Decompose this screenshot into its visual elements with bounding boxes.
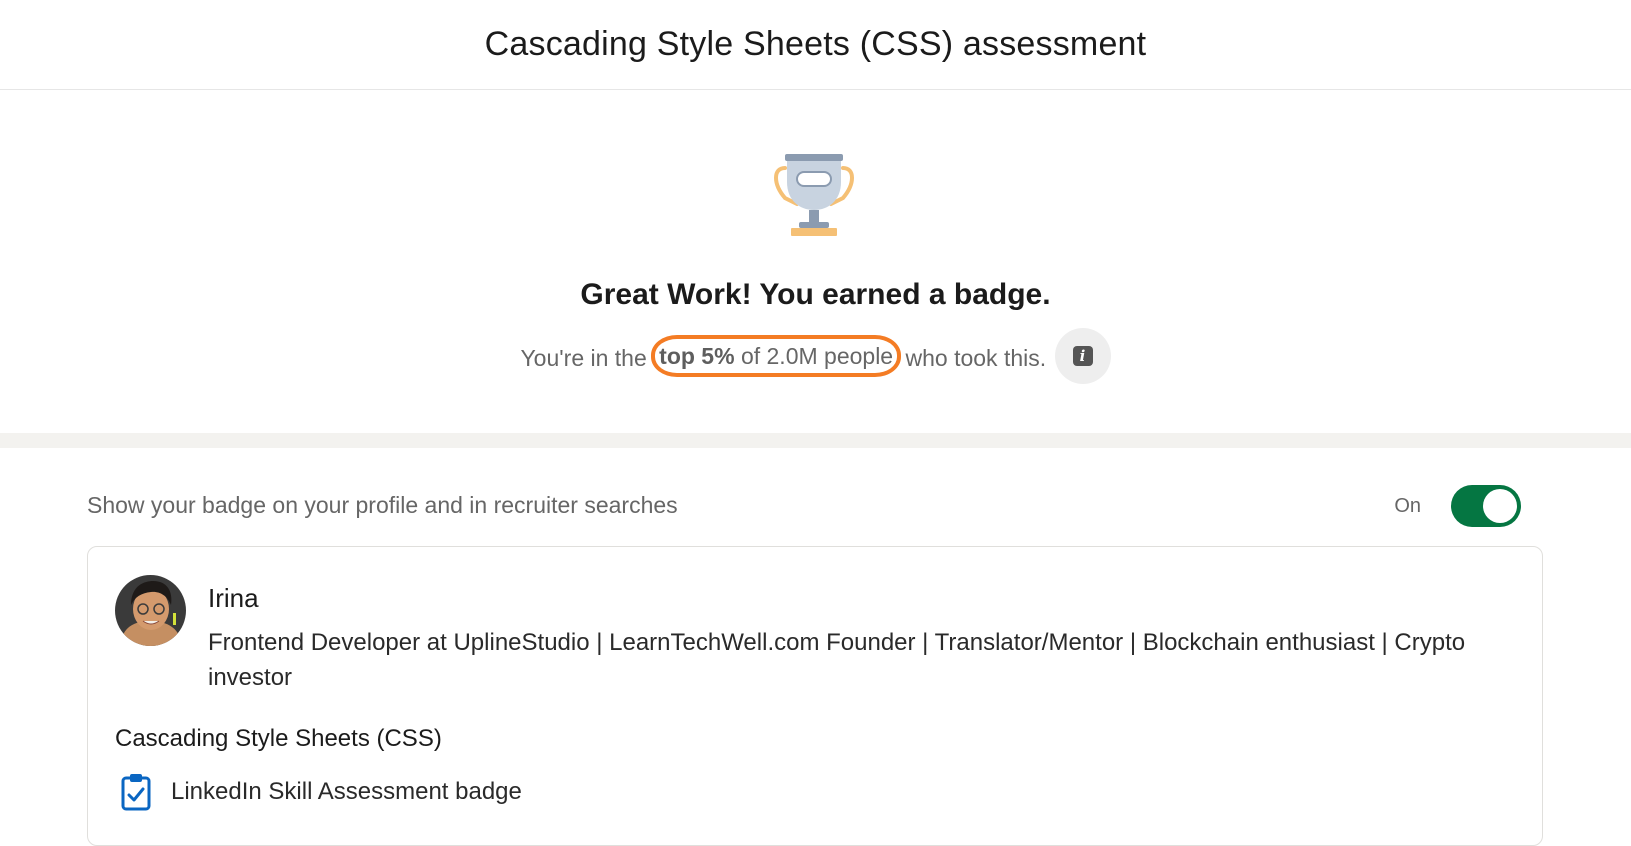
info-icon: i [1072, 346, 1093, 366]
page-header: Cascading Style Sheets (CSS) assessment [0, 0, 1631, 90]
toggle-state-label: On [1394, 494, 1421, 517]
skill-name: Cascading Style Sheets (CSS) [115, 725, 442, 752]
visibility-toggle[interactable] [1451, 485, 1521, 527]
badge-visibility-setting: Show your badge on your profile and in r… [87, 484, 1521, 530]
toggle-knob [1483, 489, 1517, 523]
profile-preview-card: Irina Frontend Developer at UplineStudio… [87, 546, 1543, 846]
clipboard-check-icon [121, 774, 151, 811]
percentile-value: top 5% [659, 343, 735, 370]
visibility-label: Show your badge on your profile and in r… [87, 492, 678, 518]
percentile-highlight: top 5% of 2.0M people [651, 335, 902, 378]
profile-headline: Frontend Developer at UplineStudio | Lea… [208, 629, 1466, 691]
congrats-heading: Great Work! You earned a badge. [580, 278, 1051, 311]
avatar [115, 575, 186, 646]
trophy-icon [774, 154, 854, 236]
section-divider [0, 433, 1631, 448]
result-section: Great Work! You earned a badge. You're i… [0, 90, 1631, 433]
visibility-toggle-wrap: On [1394, 484, 1521, 528]
stats-prefix: You're in the [520, 345, 647, 372]
population-size: of 2.0M people [740, 343, 894, 370]
info-button[interactable]: i [1054, 328, 1111, 384]
badge-label: LinkedIn Skill Assessment badge [171, 778, 522, 805]
profile-name: Irina [208, 583, 259, 613]
badge-row: LinkedIn Skill Assessment badge [121, 773, 522, 811]
stats-suffix: who took this. [905, 345, 1047, 372]
page-title: Cascading Style Sheets (CSS) assessment [484, 25, 1147, 63]
percentile-statement: You're in the top 5% of 2.0M people who … [0, 328, 1631, 388]
